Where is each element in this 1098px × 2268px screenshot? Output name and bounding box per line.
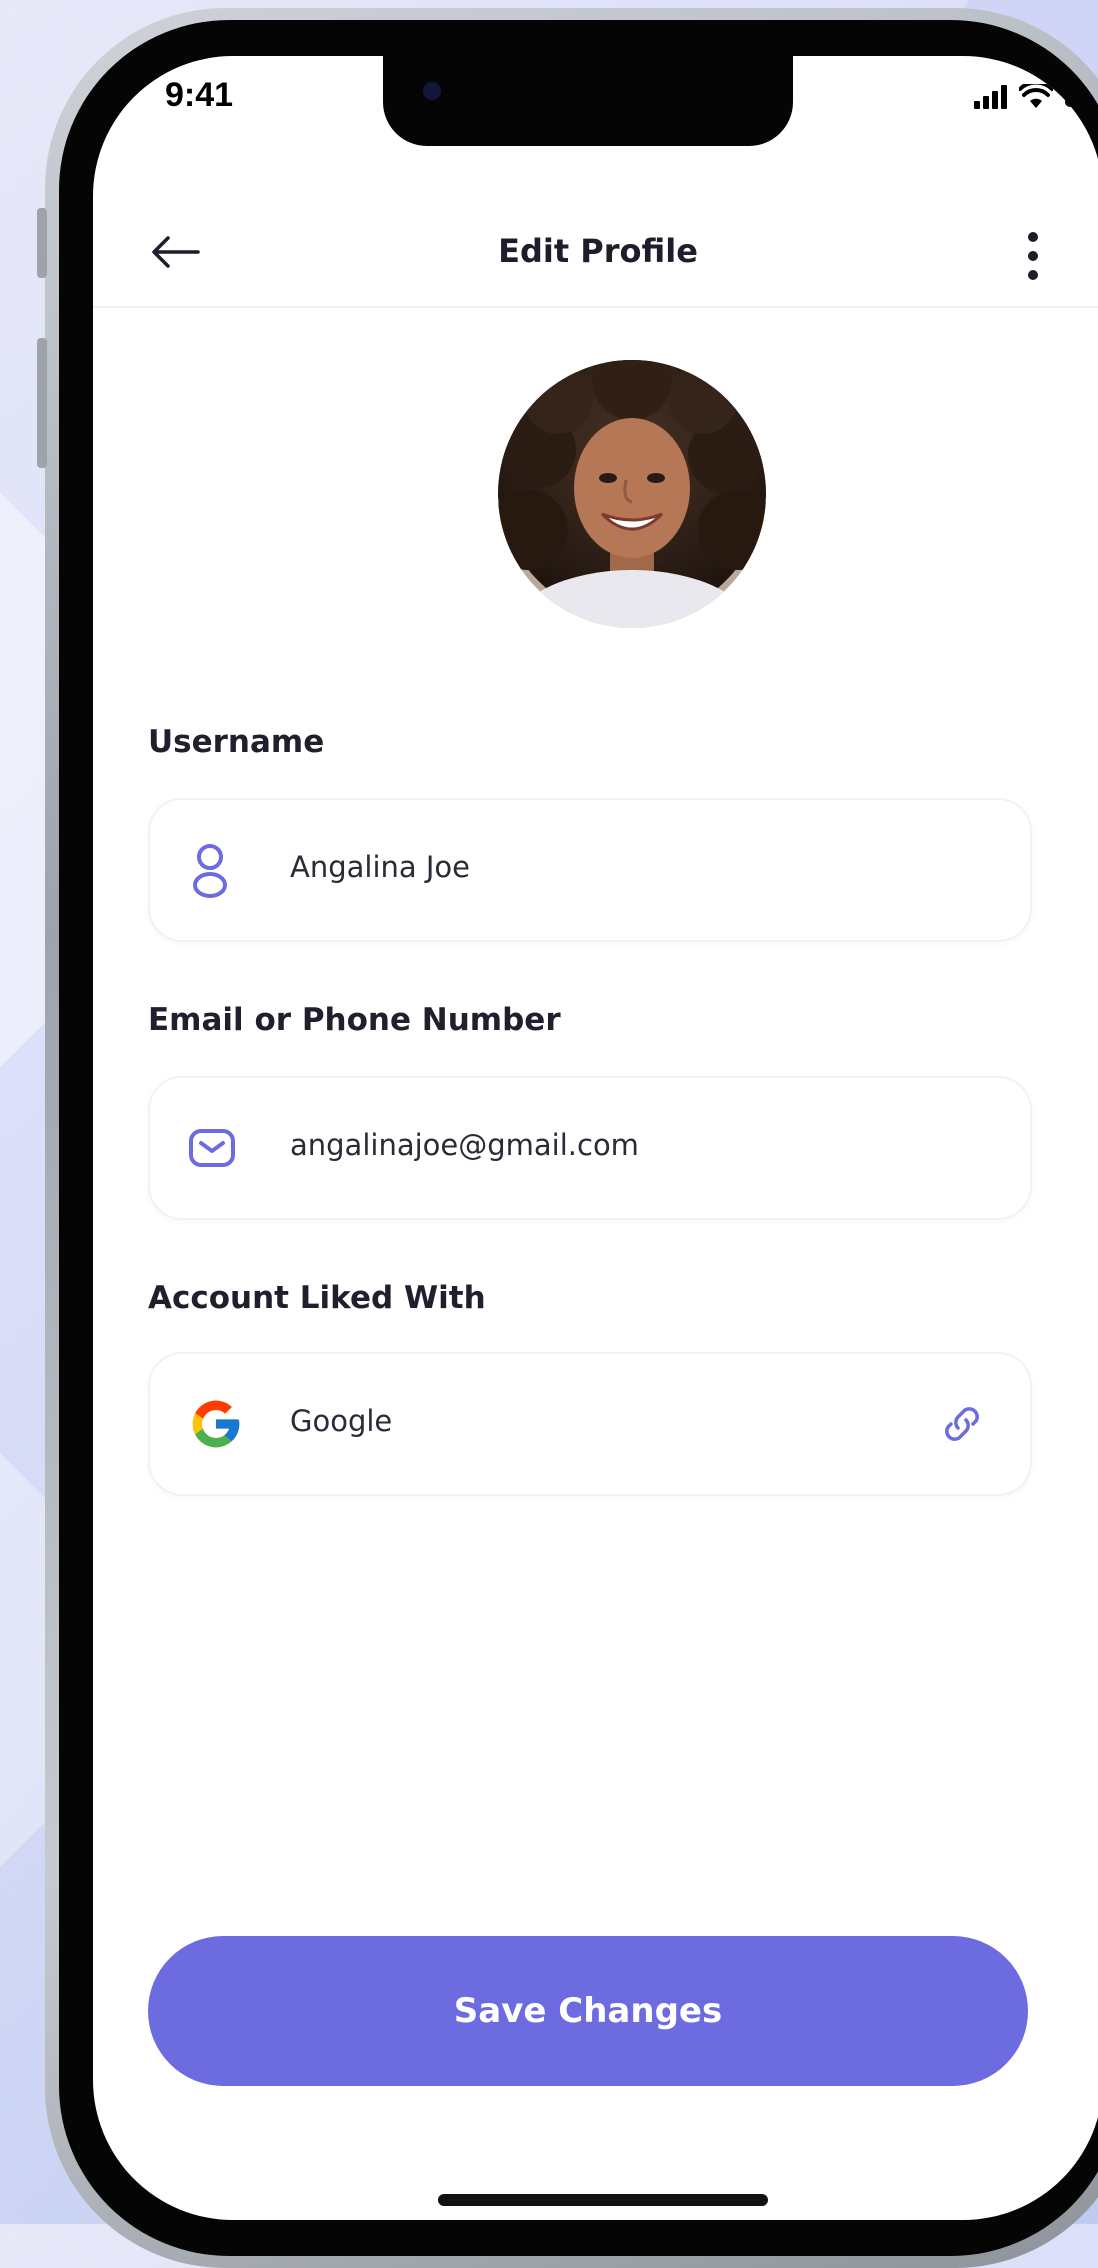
save-changes-button[interactable]: Save Changes xyxy=(148,1936,1028,2086)
avatar[interactable] xyxy=(498,360,766,628)
mail-icon xyxy=(189,1129,235,1167)
username-field[interactable]: Angalina Joe xyxy=(148,798,1032,942)
profile-photo xyxy=(498,360,766,628)
more-vertical-icon[interactable] xyxy=(1023,230,1043,282)
username-label: Username xyxy=(148,724,325,760)
user-icon xyxy=(193,844,227,898)
notch xyxy=(383,56,793,146)
linked-account-label: Account Liked With xyxy=(148,1280,486,1316)
wifi-icon xyxy=(1019,84,1053,108)
phone-screen: 9:41 Edit Profile Username Angalina Joe … xyxy=(93,56,1098,2220)
google-icon xyxy=(192,1400,240,1448)
email-field[interactable]: angalinajoe@gmail.com xyxy=(148,1076,1032,1220)
battery-icon xyxy=(1065,87,1098,107)
side-button xyxy=(37,208,47,278)
page-title: Edit Profile xyxy=(498,232,698,270)
side-button xyxy=(37,338,47,468)
linked-account-value: Google xyxy=(290,1404,393,1438)
phone-frame: 9:41 Edit Profile Username Angalina Joe … xyxy=(37,8,1098,2268)
email-value: angalinajoe@gmail.com xyxy=(290,1128,639,1162)
status-icons xyxy=(974,84,1098,110)
status-time: 9:41 xyxy=(165,76,234,114)
link-icon[interactable] xyxy=(936,1398,988,1450)
signal-icon xyxy=(974,85,1007,109)
email-label: Email or Phone Number xyxy=(148,1002,561,1038)
linked-account-field[interactable]: Google xyxy=(148,1352,1032,1496)
home-indicator xyxy=(438,2194,768,2206)
front-camera xyxy=(423,82,441,100)
app-header: Edit Profile xyxy=(93,166,1098,308)
username-value: Angalina Joe xyxy=(290,850,471,884)
